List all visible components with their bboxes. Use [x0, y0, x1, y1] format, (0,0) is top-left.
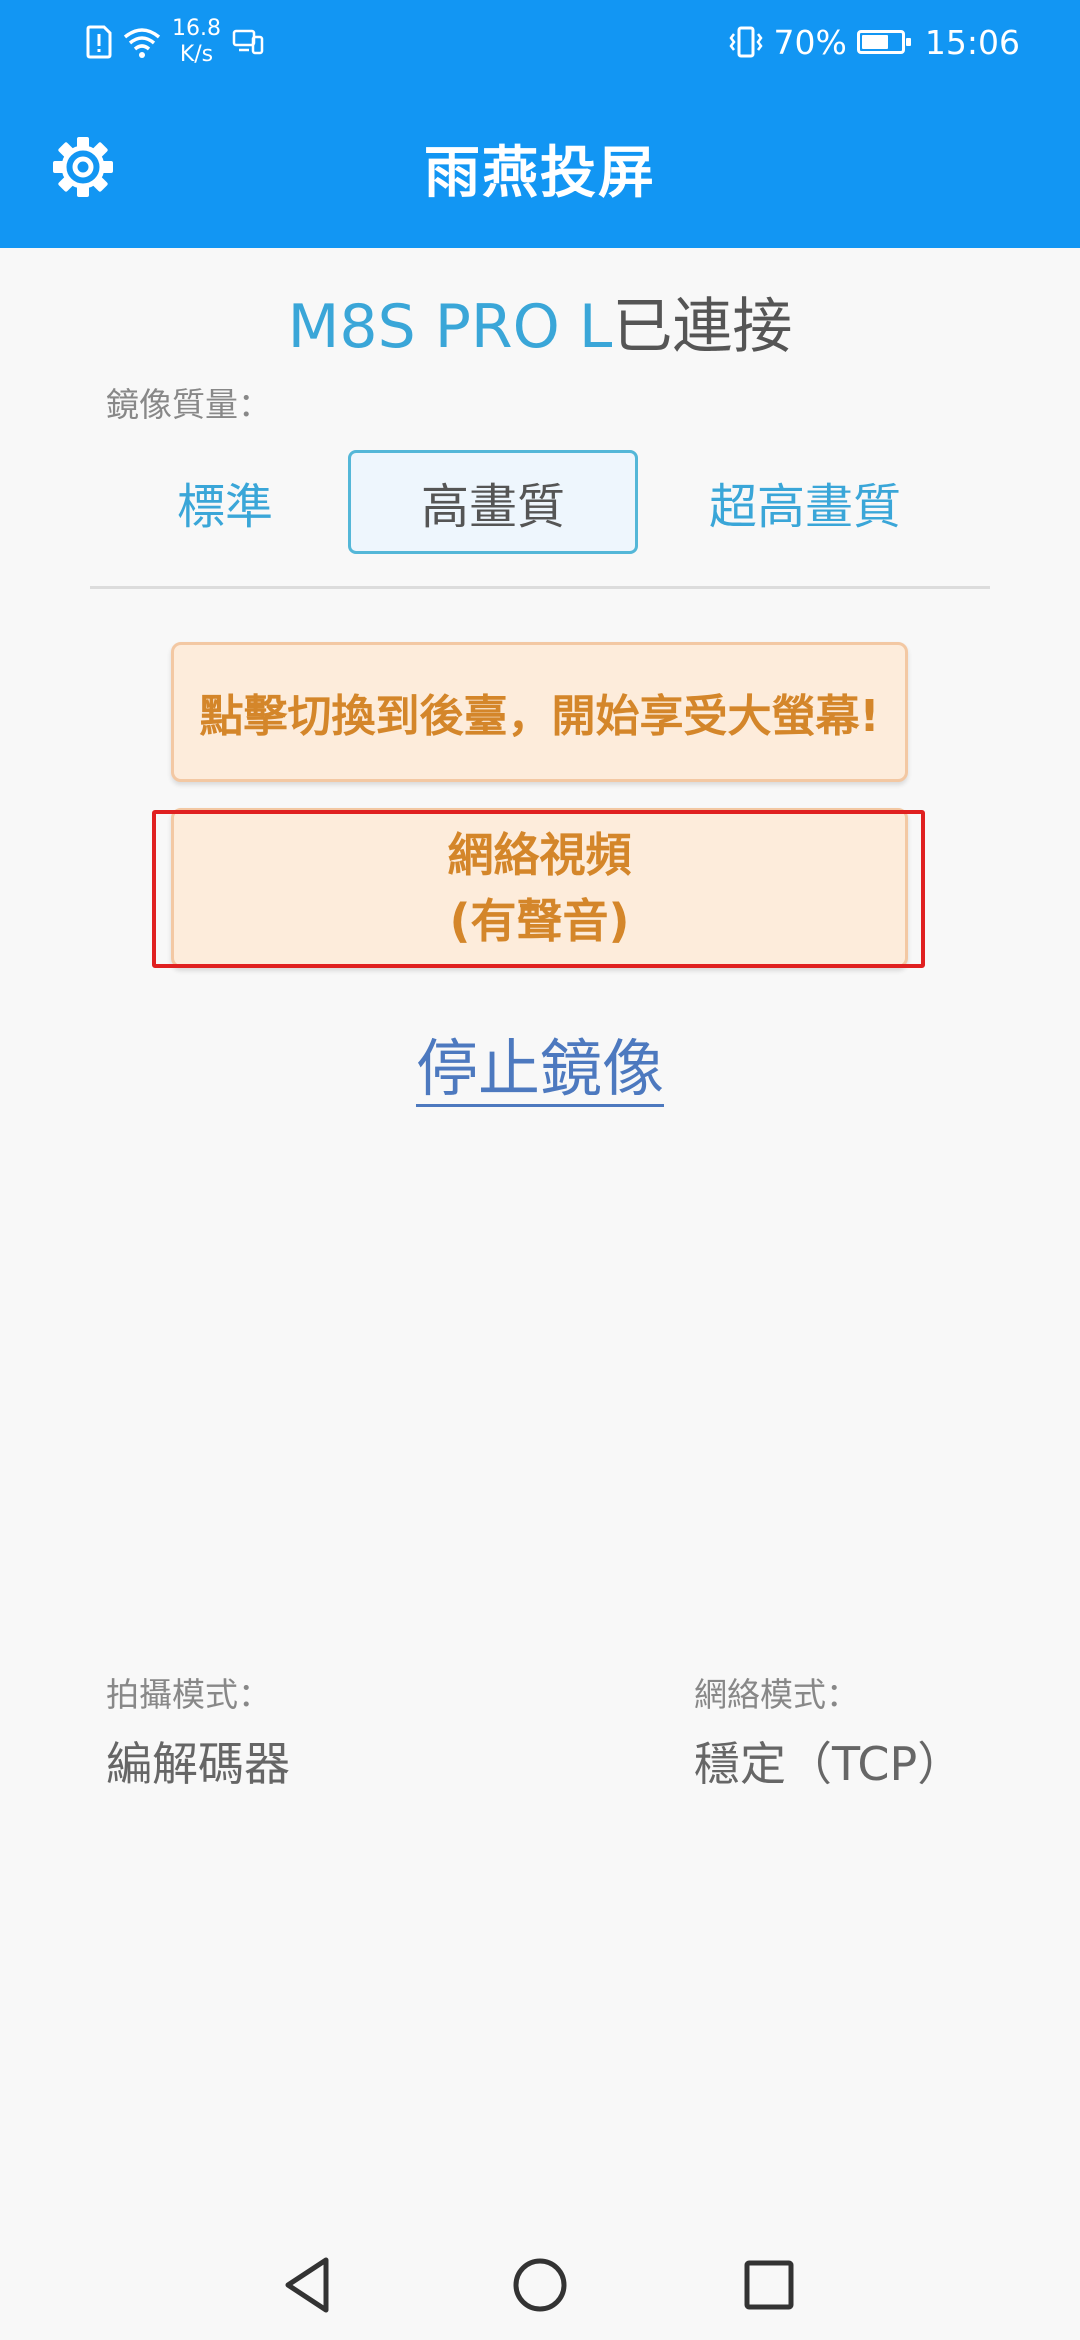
quality-option-ultra-high[interactable]: 超高畫質 — [690, 450, 920, 554]
sim-alert-icon — [86, 25, 112, 59]
stop-mirroring-link[interactable]: 停止鏡像 — [416, 1032, 664, 1105]
quality-option-high[interactable]: 高畫質 — [348, 450, 638, 554]
battery-level — [861, 35, 889, 49]
capture-mode-value[interactable]: 編解碼器 — [106, 1728, 290, 1794]
page-title: 雨燕投屏 — [424, 141, 656, 206]
quality-label: 鏡像質量： — [106, 385, 271, 424]
connection-state: 已連接 — [612, 292, 793, 362]
net-speed-value: 16.8 — [172, 16, 221, 41]
switch-to-background-label: 點擊切換到後臺，開始享受大螢幕! — [199, 691, 880, 742]
status-bar: 16.8 K/s 70% 15:06 — [0, 0, 1080, 80]
battery-percent: 70% — [773, 22, 847, 62]
recents-icon[interactable] — [734, 2250, 804, 2320]
back-icon[interactable] — [274, 2250, 344, 2320]
switch-to-background-button[interactable]: 點擊切換到後臺，開始享受大螢幕! — [171, 642, 908, 782]
net-speed-unit: K/s — [179, 42, 214, 67]
quality-option-standard[interactable]: 標準 — [140, 450, 310, 554]
stop-mirroring-container: 停止鏡像 — [0, 1018, 1080, 1108]
net-speed: 16.8 K/s — [172, 16, 221, 68]
network-mode-label: 網絡模式： — [694, 1675, 859, 1714]
app-bar: 16.8 K/s 70% 15:06 雨燕投屏 — [0, 0, 1080, 248]
network-video-sublabel: (有聲音) — [449, 894, 630, 948]
home-icon[interactable] — [505, 2250, 575, 2320]
device-name: M8S PRO L — [287, 292, 613, 362]
cast-icon — [232, 29, 264, 55]
network-video-label: 網絡視頻 — [447, 828, 632, 882]
wifi-icon — [123, 28, 161, 58]
capture-mode-label: 拍攝模式： — [106, 1675, 271, 1714]
vibrate-icon — [728, 26, 763, 58]
connection-status: M8S PRO L已連接 — [0, 278, 1080, 365]
divider — [90, 586, 990, 589]
battery-icon — [856, 30, 911, 54]
navigation-bar — [0, 2230, 1080, 2340]
clock: 15:06 — [924, 22, 1020, 62]
status-right: 70% 15:06 — [728, 14, 1020, 70]
network-mode-value[interactable]: 穩定（TCP） — [694, 1728, 963, 1794]
network-video-button[interactable]: 網絡視頻 (有聲音) — [171, 808, 908, 968]
status-left: 16.8 K/s — [86, 14, 265, 70]
